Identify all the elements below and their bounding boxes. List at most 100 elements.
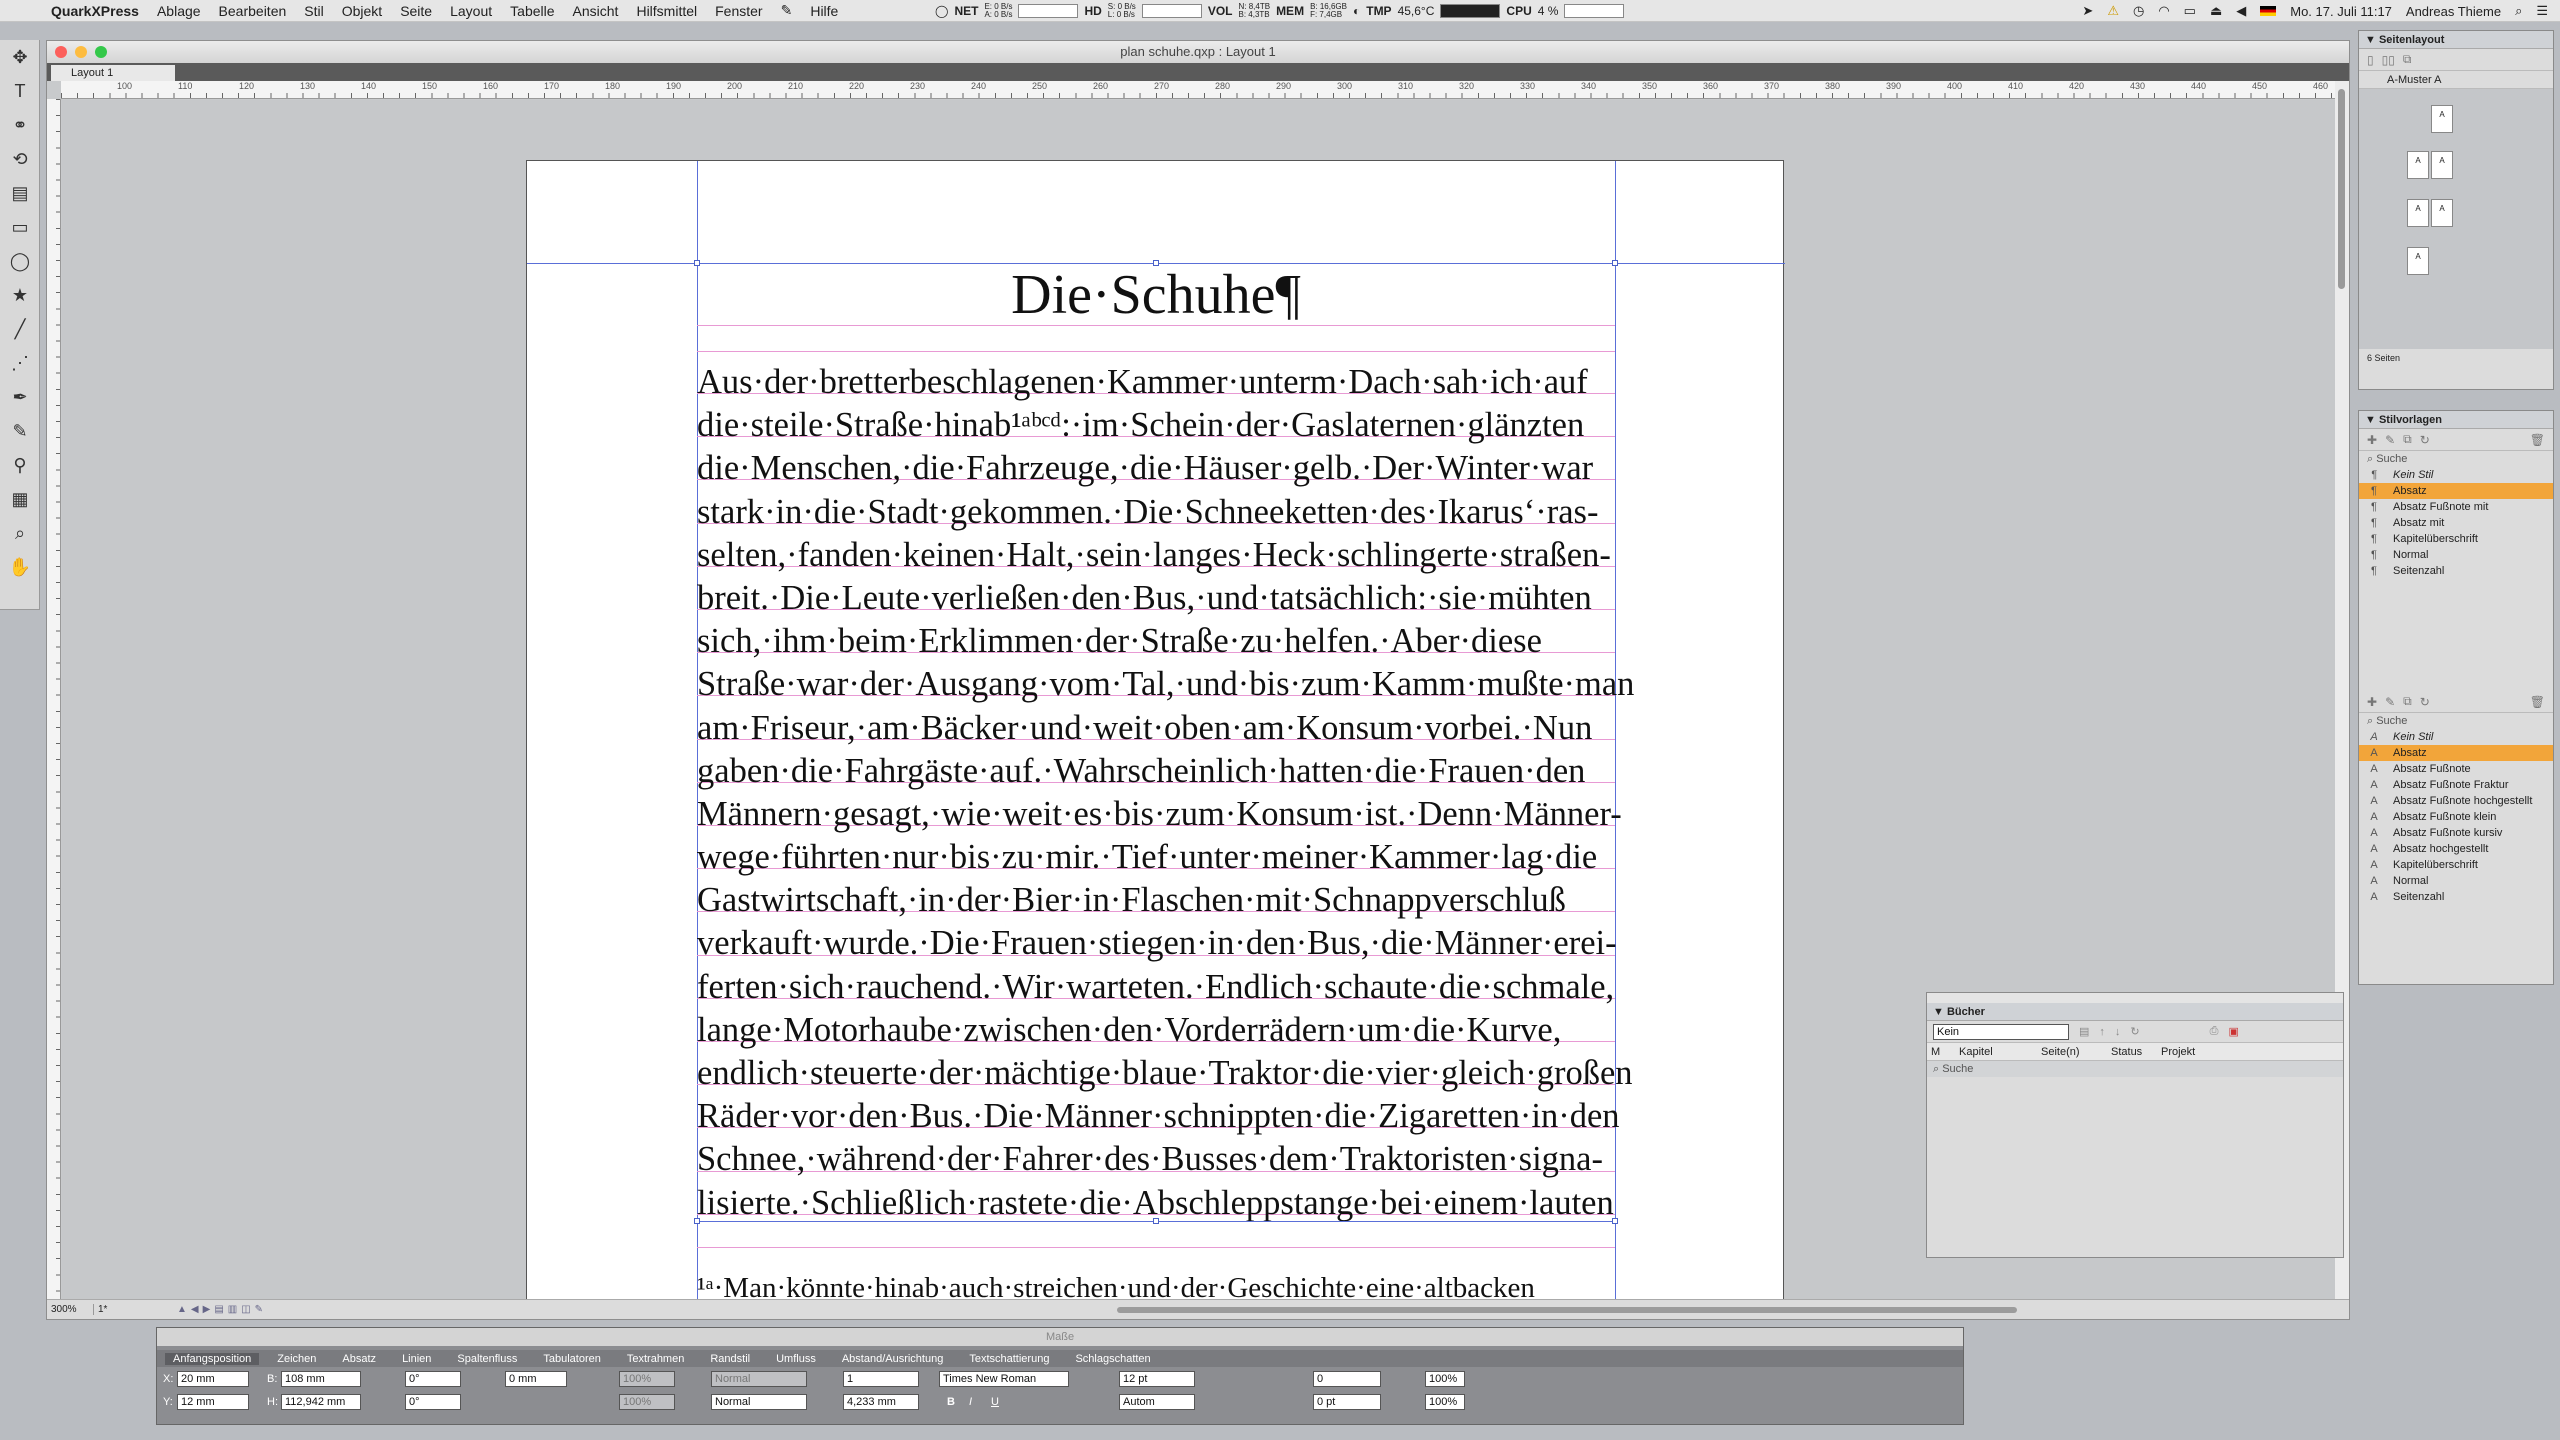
char-style-item[interactable]: A Absatz Fußnote — [2359, 761, 2553, 777]
v-scale-field[interactable]: 100% — [1425, 1394, 1465, 1410]
columns-field[interactable]: 1 — [843, 1371, 919, 1387]
col-seiten[interactable]: Seite(n) — [2037, 1043, 2107, 1060]
handle-top-right[interactable] — [1612, 260, 1618, 266]
menu-ansicht[interactable]: Ansicht — [564, 3, 628, 19]
seitenlayout-header[interactable]: ▼ Seitenlayout — [2359, 31, 2553, 49]
eject-icon[interactable]: ⏏ — [2210, 3, 2222, 19]
measure-tab[interactable]: Abstand/Ausrichtung — [834, 1353, 952, 1365]
char-style-item[interactable]: A Absatz Fußnote Fraktur — [2359, 777, 2553, 793]
menu-hilfe[interactable]: Hilfe — [801, 3, 847, 19]
char-style-search[interactable]: ⌕ Suche — [2359, 713, 2553, 729]
tracking-field[interactable]: 0 — [1313, 1371, 1381, 1387]
eyedropper-tool-icon[interactable]: ⚲ — [0, 448, 40, 482]
menu-layout[interactable]: Layout — [441, 3, 501, 19]
footnote-text-box[interactable]: ¹ᵃ·Man·könnte·hinab·auch·streichen·und·d… — [697, 1266, 1615, 1299]
move-up-icon[interactable]: ↑ — [2099, 1026, 2105, 1038]
measure-tab[interactable]: Tabulatoren — [535, 1353, 609, 1365]
buecher-header[interactable]: ▼ Bücher — [1927, 1003, 2343, 1021]
print-book-icon[interactable]: ⎙ — [2210, 1025, 2219, 1038]
starburst-tool-icon[interactable]: ★ — [0, 278, 40, 312]
para-style-item[interactable]: ¶ Normal — [2359, 547, 2553, 563]
warning-icon[interactable]: ⚠ — [2107, 3, 2119, 19]
edit-style-icon[interactable]: ✎ — [2385, 433, 2395, 447]
baseline-shift-field[interactable]: 0 pt — [1313, 1394, 1381, 1410]
stilvorlagen-header[interactable]: ▼ Stilvorlagen — [2359, 411, 2553, 429]
buecher-search[interactable]: ⌕ Suche — [1927, 1061, 2343, 1077]
para-style-item[interactable]: ¶ Absatz — [2359, 483, 2553, 499]
buecher-drag-bar[interactable] — [1927, 993, 2343, 1003]
new-style-icon[interactable]: ✚ — [2367, 433, 2377, 447]
delete-style-icon[interactable]: 🗑 — [2530, 433, 2545, 447]
brush-icon[interactable]: ✎ — [255, 1304, 263, 1315]
page-thumb-1[interactable]: A — [2431, 105, 2453, 133]
text-content-tool-icon[interactable]: T — [0, 74, 40, 108]
y-field[interactable]: 12 mm — [177, 1394, 249, 1410]
height-field[interactable]: 112,942 mm — [281, 1394, 361, 1410]
handle-top-center[interactable] — [1153, 260, 1159, 266]
prev-page-icon[interactable]: ▲ — [177, 1304, 187, 1315]
timemachine-icon[interactable]: ◷ — [2133, 3, 2144, 19]
text-linking-tool-icon[interactable]: ⚭ — [0, 108, 40, 142]
scale-y-field[interactable]: 100% — [619, 1394, 675, 1410]
page-thumb-3[interactable]: A — [2431, 151, 2453, 179]
duplicate-style-icon[interactable]: ⧉ — [2403, 432, 2412, 447]
col-status[interactable]: Status — [2107, 1043, 2157, 1060]
para-style-item[interactable]: ¶ Absatz Fußnote mit — [2359, 499, 2553, 515]
measure-tab[interactable]: Textschattierung — [961, 1353, 1057, 1365]
handle-top-left[interactable] — [694, 260, 700, 266]
add-chapter-icon[interactable]: ▤ — [2079, 1025, 2089, 1038]
para-style-select[interactable]: Normal — [711, 1371, 807, 1387]
zoom-field[interactable]: 300% — [47, 1304, 93, 1315]
measure-tab[interactable]: Schlagschatten — [1067, 1353, 1158, 1365]
measure-tab[interactable]: Umfluss — [768, 1353, 824, 1365]
angle-field[interactable]: 0° — [405, 1371, 461, 1387]
scale-x-field[interactable]: 100% — [619, 1371, 675, 1387]
leading-field[interactable]: Autom — [1119, 1394, 1195, 1410]
menu-fenster[interactable]: Fenster — [706, 3, 771, 19]
zoom-button[interactable] — [95, 46, 107, 58]
char-style-item[interactable]: A Absatz — [2359, 745, 2553, 761]
char-style-item[interactable]: A Normal — [2359, 873, 2553, 889]
menu-stil[interactable]: Stil — [295, 3, 332, 19]
measure-tab[interactable]: Zeichen — [269, 1353, 324, 1365]
new-page-icon[interactable]: ▯ — [2367, 53, 2374, 67]
picture-content-tool-icon[interactable]: ⟲ — [0, 142, 40, 176]
page-thumb-6[interactable]: A — [2407, 247, 2429, 275]
table-tool-icon[interactable]: ▦ — [0, 482, 40, 516]
col-m[interactable]: M — [1927, 1043, 1955, 1060]
zoom-tool-icon[interactable]: ⌕ — [0, 516, 40, 550]
tab-layout-1[interactable]: Layout 1 — [51, 65, 175, 81]
next-page-icon[interactable]: ▶ — [203, 1304, 211, 1315]
char-style-item[interactable]: A Absatz Fußnote klein — [2359, 809, 2553, 825]
item-tool-icon[interactable]: ✥ — [0, 40, 40, 74]
minimize-button[interactable] — [75, 46, 87, 58]
para-style-item[interactable]: ¶ Kein Stil — [2359, 467, 2553, 483]
flag-de-icon[interactable] — [2260, 6, 2277, 16]
master-page-a[interactable]: A-Muster A — [2359, 71, 2553, 89]
new-spread-icon[interactable]: ▯▯ — [2382, 53, 2395, 67]
freehand-tool-icon[interactable]: ✎ — [0, 414, 40, 448]
font-select[interactable]: Times New Roman — [939, 1371, 1069, 1387]
preview-icon[interactable]: ◫ — [241, 1304, 250, 1315]
measure-tab[interactable]: Linien — [394, 1353, 439, 1365]
menu-tabelle[interactable]: Tabelle — [501, 3, 563, 19]
measure-tab[interactable]: Textrahmen — [619, 1353, 692, 1365]
underline-icon[interactable]: U — [991, 1396, 999, 1408]
bold-icon[interactable]: B — [947, 1396, 955, 1408]
menu-objekt[interactable]: Objekt — [333, 3, 391, 19]
char-style-item[interactable]: A Kein Stil — [2359, 729, 2553, 745]
horizontal-scroll-thumb[interactable] — [1117, 1307, 2017, 1313]
char-style-item[interactable]: A Seitenzahl — [2359, 889, 2553, 905]
page-thumbnails[interactable]: A A A A A A — [2359, 89, 2553, 349]
para-style-search[interactable]: ⌕ Suche — [2359, 451, 2553, 467]
pan-tool-icon[interactable]: ✋ — [0, 550, 40, 584]
duplicate-char-style-icon[interactable]: ⧉ — [2403, 694, 2412, 709]
menu-ablage[interactable]: Ablage — [148, 3, 210, 19]
script-icon[interactable]: ✎ — [772, 2, 802, 19]
width-field[interactable]: 108 mm — [281, 1371, 361, 1387]
measure-tab[interactable]: Spaltenfluss — [449, 1353, 525, 1365]
close-button[interactable] — [55, 46, 67, 58]
measure-tab[interactable]: Anfangsposition — [165, 1352, 260, 1365]
para-style-item[interactable]: ¶ Seitenzahl — [2359, 563, 2553, 579]
page-thumb-5[interactable]: A — [2431, 199, 2453, 227]
